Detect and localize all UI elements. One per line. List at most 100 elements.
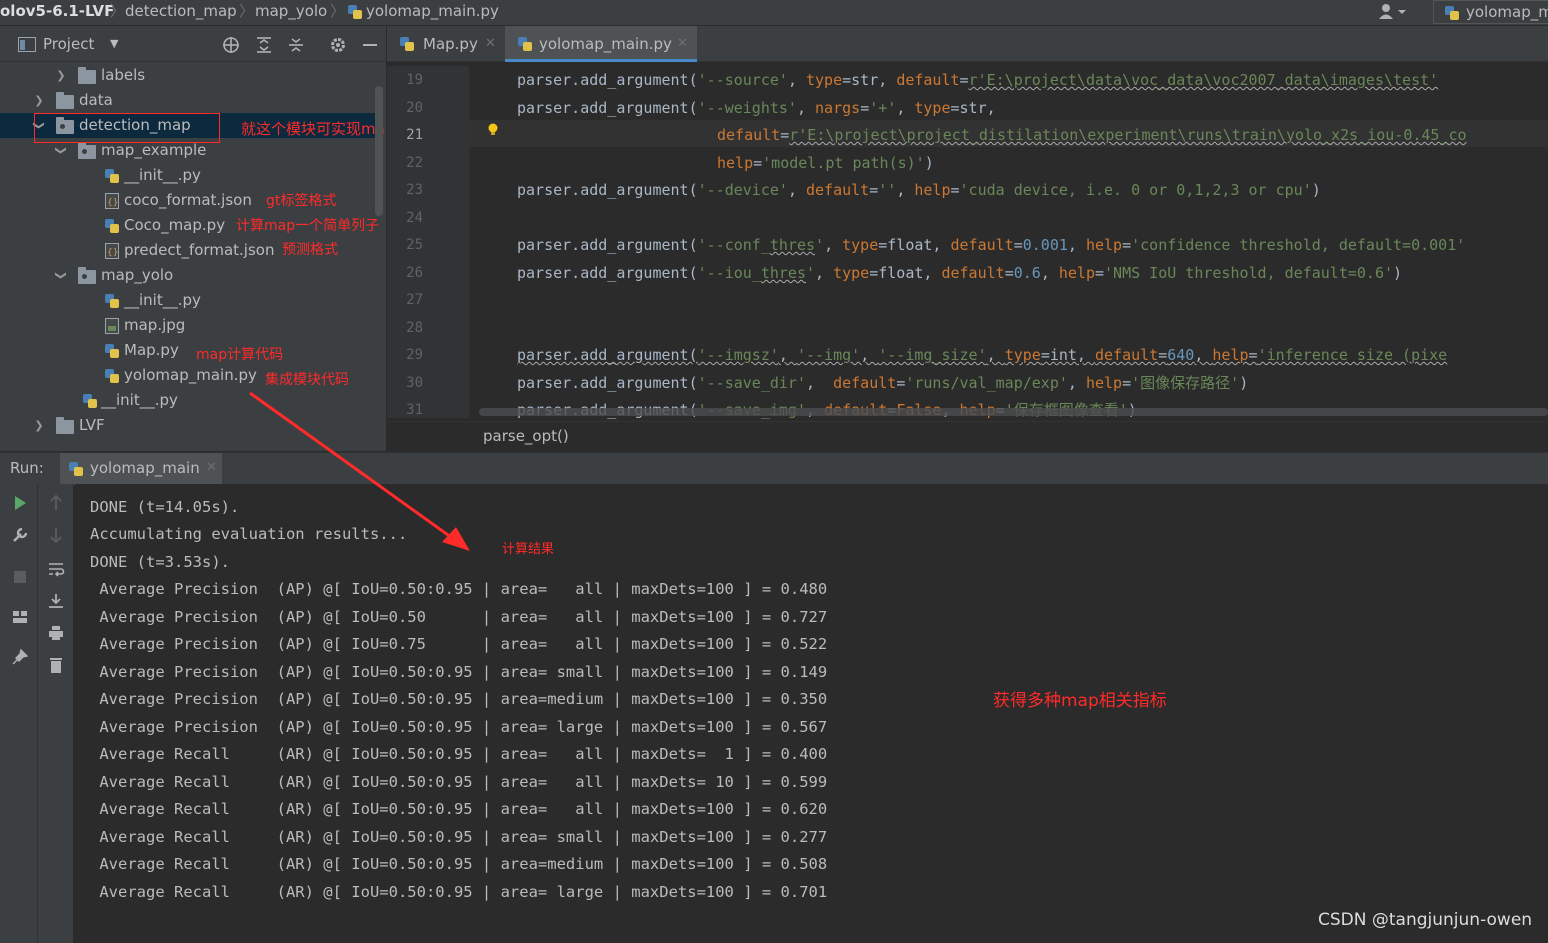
breadcrumb-function[interactable]: parse_opt()	[483, 422, 569, 450]
project-panel-title[interactable]: Project	[43, 26, 94, 62]
collapse-all-icon[interactable]	[287, 36, 305, 54]
code-line[interactable]: parser.add_argument('--imgsz', '--img', …	[517, 342, 1447, 369]
python-file-icon	[68, 461, 84, 477]
chevron-right-icon[interactable]: ❯	[32, 413, 46, 438]
stop-icon[interactable]	[11, 568, 29, 586]
python-file-icon	[104, 293, 122, 309]
pin-icon[interactable]	[11, 648, 29, 666]
soft-wrap-icon[interactable]	[47, 560, 65, 578]
image-file-icon	[105, 318, 123, 334]
tree-item-data[interactable]: ❯ data	[0, 88, 376, 113]
breadcrumb-project[interactable]: olov5-6.1-LVF	[0, 0, 114, 22]
scrollbar[interactable]	[375, 86, 383, 216]
code-line[interactable]: help='model.pt path(s)')	[717, 150, 934, 177]
line-number: 31	[406, 402, 423, 418]
python-file-icon	[104, 368, 122, 384]
watermark: CSDN @tangjunjun-owen	[1318, 910, 1533, 930]
annotation-metrics: 获得多种map相关指标	[993, 691, 1167, 711]
chevron-right-icon[interactable]: ❯	[32, 88, 46, 113]
editor-breadcrumb: parse_opt()	[387, 421, 1548, 451]
project-panel-header: Project ▼	[0, 26, 386, 62]
project-view-icon	[18, 37, 36, 52]
hide-panel-icon[interactable]	[361, 36, 379, 54]
layout-icon[interactable]	[11, 608, 29, 626]
close-icon[interactable]: ✕	[485, 26, 496, 62]
tree-item-label: map.jpg	[124, 316, 186, 334]
trash-icon[interactable]	[47, 656, 65, 674]
editor-tab-bar: Map.py ✕ yolomap_main.py ✕	[387, 26, 1548, 62]
python-file-icon	[1444, 5, 1460, 21]
package-folder-icon	[78, 142, 96, 159]
console-line: Accumulating evaluation results...	[90, 525, 408, 543]
annotation-coco-map: 计算map一个简单列子	[236, 218, 380, 234]
line-number-gutter: 19 20 21 22 23 24 25 26 27 28 29 30 31	[387, 66, 469, 418]
package-folder-icon	[78, 267, 96, 284]
locate-target-icon[interactable]	[222, 36, 240, 54]
metric-line: Average Precision (AP) @[ IoU=0.50:0.95 …	[90, 663, 828, 681]
chevron-right-icon[interactable]: ❯	[54, 63, 68, 88]
line-number: 19	[406, 72, 423, 88]
tree-item-label: Map.py	[124, 341, 179, 359]
arrow-down-icon[interactable]	[47, 526, 65, 544]
arrow-up-icon[interactable]	[47, 494, 65, 512]
line-number: 24	[406, 210, 423, 226]
tab-yolomap-main-py[interactable]: yolomap_main.py ✕	[505, 26, 697, 62]
scroll-to-end-icon[interactable]	[47, 592, 65, 610]
tree-item-label: __init__.py	[101, 391, 178, 409]
tree-item-init-py[interactable]: __init__.py	[0, 163, 376, 188]
code-line[interactable]: parser.add_argument('--source', type=str…	[517, 67, 1438, 94]
tree-item-map-py[interactable]: Map.py	[0, 338, 376, 363]
tree-item-map-jpg[interactable]: map.jpg	[0, 313, 376, 338]
metric-line: Average Recall (AR) @[ IoU=0.50:0.95 | a…	[90, 773, 828, 791]
tree-item-lvf[interactable]: ❯ LVF	[0, 413, 376, 438]
line-number: 27	[406, 292, 423, 308]
chevron-down-icon[interactable]: ▼	[110, 26, 118, 62]
line-number: 22	[406, 155, 423, 171]
breadcrumb-map-yolo[interactable]: map_yolo	[255, 0, 327, 22]
python-file-icon	[347, 4, 363, 20]
line-number: 20	[406, 100, 423, 116]
tab-label: Map.py	[423, 35, 478, 53]
metric-line: Average Precision (AP) @[ IoU=0.50:0.95 …	[90, 718, 828, 736]
console-toolbar	[38, 484, 74, 943]
console-line: DONE (t=3.53s).	[90, 553, 230, 571]
lightbulb-icon[interactable]	[487, 123, 499, 137]
code-editor: Map.py ✕ yolomap_main.py ✕ 19 20 21 22 2…	[387, 26, 1548, 451]
chevron-down-icon[interactable]: ❯	[49, 144, 74, 158]
expand-all-icon[interactable]	[255, 36, 273, 54]
run-toolbar	[0, 484, 38, 943]
close-icon[interactable]: ✕	[677, 26, 688, 62]
close-icon[interactable]: ✕	[206, 453, 217, 483]
line-number: 30	[406, 375, 423, 391]
tab-yolomap-main[interactable]: yolomap_main ✕	[60, 453, 222, 485]
code-line[interactable]: parser.add_argument('--weights', nargs='…	[517, 95, 996, 122]
chevron-down-icon[interactable]: ❯	[49, 269, 74, 283]
user-icon[interactable]	[1378, 3, 1408, 21]
run-configuration-selector[interactable]: yolomap_m	[1433, 0, 1548, 24]
project-panel: Project ▼ ❯ labels ❯ data ❯ detection_ma…	[0, 26, 386, 451]
rerun-icon[interactable]	[11, 494, 29, 512]
code-line[interactable]: parser.add_argument('--device', default=…	[517, 177, 1321, 204]
breadcrumb-yolomap-main[interactable]: yolomap_main.py	[366, 0, 499, 22]
code-line[interactable]: parser.add_argument('--save_dir', defaul…	[517, 370, 1248, 397]
tree-item-init-py[interactable]: __init__.py	[0, 288, 376, 313]
gear-icon[interactable]	[329, 36, 347, 54]
tree-item-init-py[interactable]: __init__.py	[0, 388, 376, 413]
line-number: 25	[406, 237, 423, 253]
console-output[interactable]: DONE (t=14.05s). Accumulating evaluation…	[75, 484, 1548, 943]
tab-map-py[interactable]: Map.py ✕	[387, 26, 503, 62]
code-line[interactable]: parser.add_argument('--iou_thres', type=…	[517, 260, 1402, 287]
metric-line: Average Recall (AR) @[ IoU=0.50:0.95 | a…	[90, 828, 828, 846]
python-file-icon	[517, 36, 533, 52]
code-line[interactable]: default=r'E:\project\project_distilation…	[717, 122, 1467, 149]
breadcrumb-detection-map[interactable]: detection_map	[125, 0, 237, 22]
horizontal-scrollbar[interactable]	[479, 408, 1548, 416]
annotation-detection-map: 就这个模块可实现map计算	[241, 120, 386, 138]
wrench-icon[interactable]	[11, 526, 29, 544]
metric-line: Average Recall (AR) @[ IoU=0.50:0.95 | a…	[90, 745, 828, 763]
tree-item-labels[interactable]: ❯ labels	[0, 63, 376, 88]
code-line[interactable]: parser.add_argument('--conf_thres', type…	[517, 232, 1465, 259]
tree-item-map-yolo[interactable]: ❯ map_yolo	[0, 263, 376, 288]
breadcrumb-separator: 〉	[239, 2, 255, 20]
print-icon[interactable]	[47, 624, 65, 642]
